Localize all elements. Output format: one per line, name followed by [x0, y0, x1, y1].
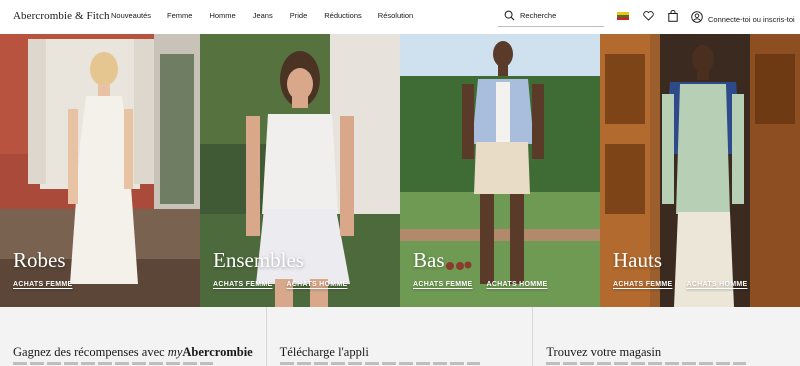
tile-hauts[interactable]: Hauts ACHATS FEMME ACHATS HOMME	[600, 34, 800, 307]
country-flag-icon[interactable]	[617, 12, 629, 21]
tile-links: ACHATS FEMME	[13, 281, 72, 288]
brand-logo[interactable]: Abercrombie & Fitch	[13, 10, 110, 22]
category-tiles: Robes ACHATS FEMME Ensembles ACHATS FEMM…	[0, 34, 800, 307]
shop-men-link[interactable]: ACHATS HOMME	[486, 281, 547, 288]
wishlist-heart-icon[interactable]	[642, 10, 654, 22]
tile-title: Ensembles	[213, 248, 304, 272]
tile-bas[interactable]: Bas ACHATS FEMME ACHATS HOMME	[400, 34, 600, 307]
shop-women-link[interactable]: ACHATS FEMME	[13, 281, 72, 288]
rewards-my: my	[167, 345, 183, 359]
nav-item-nouveautes[interactable]: Nouveautés	[111, 11, 151, 20]
nav-item-pride[interactable]: Pride	[290, 11, 308, 20]
store-section[interactable]: Trouvez votre magasin	[533, 307, 800, 366]
tile-ensembles[interactable]: Ensembles ACHATS FEMME ACHATS HOMME	[200, 34, 400, 307]
tile-robes[interactable]: Robes ACHATS FEMME	[0, 34, 200, 307]
nav-item-homme[interactable]: Homme	[209, 11, 235, 20]
account-label: Connecte-toi ou inscris-toi	[708, 14, 795, 24]
shop-men-link[interactable]: ACHATS HOMME	[686, 281, 747, 288]
flag-stripe-red	[617, 17, 629, 21]
search-placeholder: Recherche	[520, 11, 557, 20]
rewards-section[interactable]: Gagnez des récompenses avec myAbercrombi…	[0, 307, 267, 366]
tile-links: ACHATS FEMME ACHATS HOMME	[413, 281, 548, 288]
tile-title: Hauts	[613, 248, 662, 272]
nav-item-resolution[interactable]: Résolution	[378, 11, 413, 20]
app-section[interactable]: Télécharge l'appli	[267, 307, 534, 366]
rewards-brand: Abercrombie	[182, 345, 253, 359]
main-nav: Nouveautés Femme Homme Jeans Pride Réduc…	[111, 11, 413, 20]
shop-women-link[interactable]: ACHATS FEMME	[613, 281, 672, 288]
info-strip: Gagnez des récompenses avec myAbercrombi…	[0, 307, 800, 366]
top-header: Abercrombie & Fitch Nouveautés Femme Hom…	[0, 0, 800, 34]
account-link[interactable]: Connecte-toi ou inscris-toi	[691, 10, 795, 28]
rewards-prefix: Gagnez des récompenses avec	[13, 345, 168, 359]
tile-title: Robes	[13, 248, 66, 272]
shop-men-link[interactable]: ACHATS HOMME	[286, 281, 347, 288]
nav-item-reductions[interactable]: Réductions	[324, 11, 362, 20]
search-icon	[498, 10, 520, 21]
store-title: Trouvez votre magasin	[546, 345, 662, 359]
rewards-subtext-cropped	[13, 362, 213, 365]
nav-item-femme[interactable]: Femme	[167, 11, 192, 20]
tile-links: ACHATS FEMME ACHATS HOMME	[213, 281, 348, 288]
nav-item-jeans[interactable]: Jeans	[253, 11, 273, 20]
shopping-bag-icon[interactable]	[667, 10, 679, 22]
rewards-title: Gagnez des récompenses avec myAbercrombi…	[13, 345, 253, 360]
user-icon	[691, 10, 703, 28]
tile-title: Bas	[413, 248, 445, 272]
tile-links: ACHATS FEMME ACHATS HOMME	[613, 281, 748, 288]
shop-women-link[interactable]: ACHATS FEMME	[413, 281, 472, 288]
store-subtext-cropped	[546, 362, 747, 365]
app-title: Télécharge l'appli	[279, 345, 369, 359]
shop-women-link[interactable]: ACHATS FEMME	[213, 281, 272, 288]
app-subtext-cropped	[279, 362, 480, 365]
search-input[interactable]: Recherche	[498, 5, 604, 27]
